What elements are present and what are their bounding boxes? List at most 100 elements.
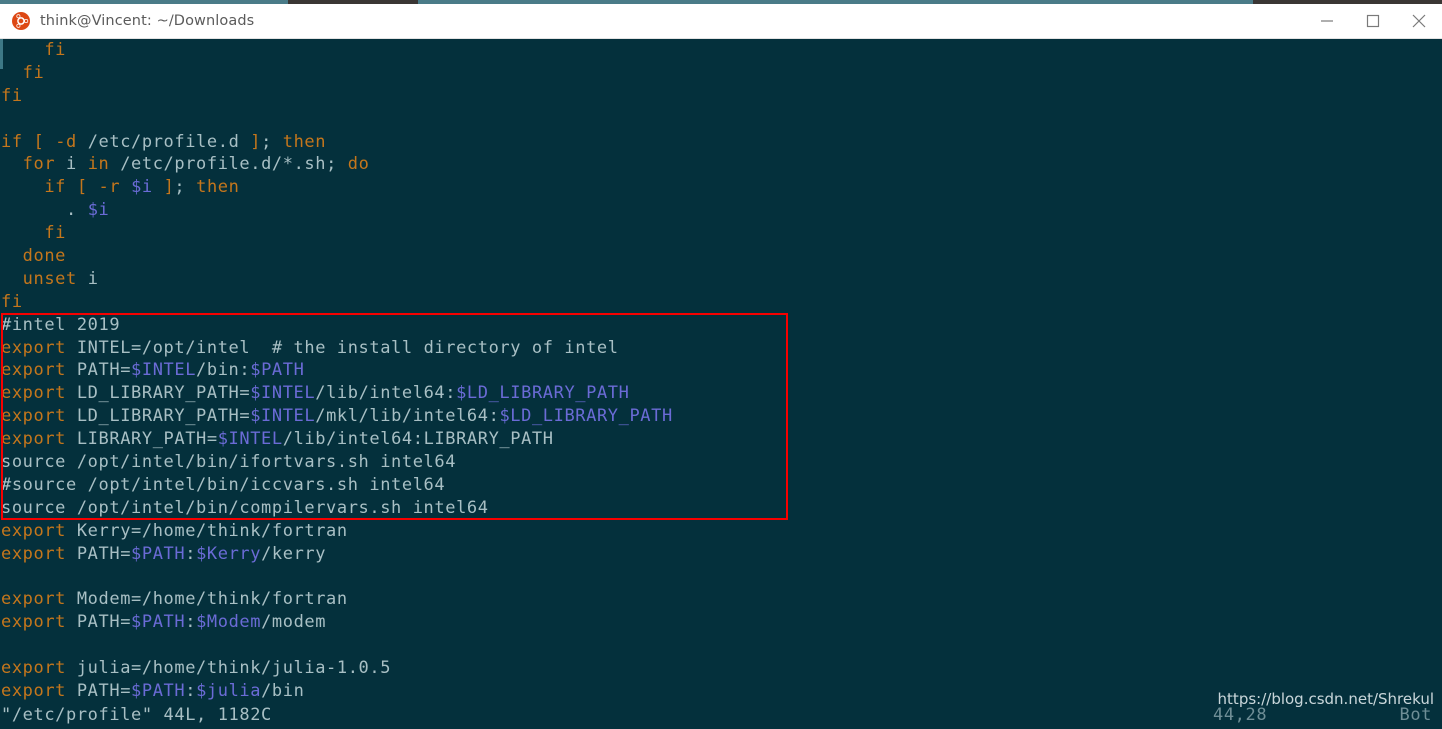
editor-text-area[interactable]: fi fi fi if [ -d /etc/profile.d ]; then f… — [0, 39, 1442, 703]
window-title: think@Vincent: ~/Downloads — [40, 13, 255, 29]
editor-token — [153, 177, 164, 197]
editor-line: export LD_LIBRARY_PATH=$INTEL/lib/intel6… — [1, 382, 1442, 405]
editor-token: $PATH — [131, 612, 186, 633]
editor-token: source /opt/intel/bin/compilervars.sh in… — [1, 497, 489, 518]
editor-line: export LIBRARY_PATH=$INTEL/lib/intel64:L… — [1, 428, 1442, 451]
editor-token: LD_LIBRARY_PATH= — [66, 406, 251, 427]
editor-line: source /opt/intel/bin/ifortvars.sh intel… — [1, 451, 1442, 474]
editor-token: $julia — [196, 680, 262, 701]
editor-token — [23, 132, 34, 152]
editor-token: /modem — [261, 612, 327, 633]
editor-token: /lib/intel64: — [315, 383, 457, 404]
editor-line: fi — [1, 85, 1442, 108]
editor-token: . — [66, 200, 77, 221]
editor-token: [ — [76, 177, 88, 198]
editor-line: . $i — [1, 199, 1442, 222]
editor-line: done — [1, 245, 1442, 268]
editor-token: julia=/home/think/julia-1.0.5 — [66, 658, 392, 679]
editor-token: #intel 2019 — [1, 314, 121, 335]
editor-token: fi — [1, 291, 23, 312]
editor-token: fi — [44, 223, 67, 244]
terminal-viewport[interactable]: fi fi fi if [ -d /etc/profile.d ]; then f… — [0, 39, 1442, 729]
editor-token — [44, 132, 55, 152]
editor-line: source /opt/intel/bin/compilervars.sh in… — [1, 497, 1442, 520]
editor-token: /lib/intel64:LIBRARY_PATH — [282, 429, 554, 450]
editor-line: export Modem=/home/think/fortran — [1, 588, 1442, 611]
editor-token: unset — [22, 268, 77, 289]
editor-token: export — [1, 360, 67, 381]
editor-token: -d — [55, 131, 77, 152]
ubuntu-logo-icon — [12, 12, 30, 30]
editor-token: -r — [98, 177, 121, 198]
editor-status-scroll-indicator: Bot — [1399, 705, 1432, 726]
editor-token — [185, 177, 196, 197]
editor-token: $Modem — [196, 612, 262, 633]
editor-token: fi — [1, 85, 23, 106]
editor-token: source /opt/intel/bin/ifortvars.sh intel… — [1, 452, 457, 473]
editor-token: #source /opt/intel/bin/iccvars.sh intel6… — [1, 474, 446, 495]
editor-line: export PATH=$PATH:$Kerry/kerry — [1, 543, 1442, 566]
window-controls — [1304, 4, 1442, 39]
editor-token: export — [1, 520, 67, 541]
window-titlebar[interactable]: think@Vincent: ~/Downloads — [0, 4, 1442, 39]
editor-token: $INTEL — [250, 406, 316, 427]
editor-token — [77, 200, 88, 220]
editor-line: fi — [1, 62, 1442, 85]
editor-token — [66, 177, 77, 197]
editor-token: export — [1, 429, 67, 450]
minimize-button[interactable] — [1304, 4, 1350, 39]
editor-token — [120, 177, 131, 197]
editor-token: if — [1, 131, 23, 152]
editor-token: if — [44, 177, 67, 198]
editor-line: #intel 2019 — [1, 314, 1442, 337]
editor-token: fi — [22, 62, 45, 83]
editor-token: PATH= — [66, 680, 132, 701]
editor-token: export — [1, 337, 67, 358]
editor-token: Kerry=/home/think/fortran — [66, 520, 348, 541]
editor-token: export — [1, 658, 67, 679]
editor-token: i — [76, 268, 99, 289]
maximize-button[interactable] — [1350, 4, 1396, 39]
editor-line: export PATH=$PATH:$julia/bin — [1, 680, 1442, 703]
editor-token: ] — [250, 131, 262, 152]
editor-token: /etc/profile.d/*.sh; — [109, 154, 348, 175]
editor-status-cursor-position: 44,28 — [1213, 705, 1268, 726]
editor-token: $INTEL — [250, 383, 316, 404]
editor-token: $PATH — [131, 543, 186, 564]
editor-line: if [ -r $i ]; then — [1, 176, 1442, 199]
editor-line: #source /opt/intel/bin/iccvars.sh intel6… — [1, 474, 1442, 497]
editor-token: /mkl/lib/intel64: — [315, 406, 500, 427]
editor-token: : — [185, 680, 197, 701]
editor-token: then — [282, 131, 327, 152]
editor-token: PATH= — [66, 543, 132, 564]
editor-token: export — [1, 589, 67, 610]
editor-status-file-info: "/etc/profile" 44L, 1182C — [1, 705, 272, 726]
editor-token — [88, 177, 99, 197]
editor-token: /bin: — [196, 360, 251, 381]
editor-token: do — [347, 154, 370, 175]
editor-token: in — [87, 154, 110, 175]
editor-token: export — [1, 543, 67, 564]
editor-token: /kerry — [261, 543, 327, 564]
editor-token: ; — [261, 131, 272, 152]
editor-token: for — [22, 154, 56, 175]
editor-token: PATH= — [66, 612, 132, 633]
editor-token: $PATH — [131, 680, 186, 701]
editor-token: $i — [87, 200, 110, 221]
maximize-icon — [1366, 14, 1380, 28]
editor-token: $LD_LIBRARY_PATH — [499, 406, 673, 427]
editor-token: /bin — [261, 680, 305, 701]
editor-token: $INTEL — [217, 429, 283, 450]
editor-token: $Kerry — [196, 543, 262, 564]
editor-token: export — [1, 680, 67, 701]
editor-line: for i in /etc/profile.d/*.sh; do — [1, 153, 1442, 176]
editor-token: INTEL=/opt/intel # the install directory… — [66, 337, 619, 358]
editor-line: export PATH=$INTEL/bin:$PATH — [1, 359, 1442, 382]
close-button[interactable] — [1396, 4, 1442, 39]
editor-token: [ — [33, 131, 45, 152]
editor-token: export — [1, 612, 67, 633]
editor-token: i — [55, 154, 88, 175]
editor-line: unset i — [1, 268, 1442, 291]
editor-line: if [ -d /etc/profile.d ]; then — [1, 131, 1442, 154]
editor-token: Modem=/home/think/fortran — [66, 589, 348, 610]
